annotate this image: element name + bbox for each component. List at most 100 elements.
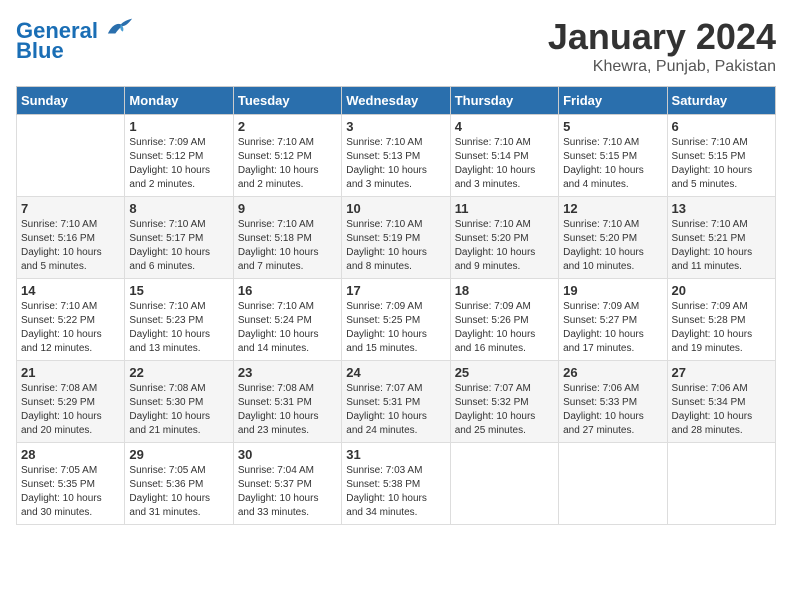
day-number: 16 bbox=[238, 283, 337, 298]
day-number: 18 bbox=[455, 283, 554, 298]
calendar-cell: 22 Sunrise: 7:08 AMSunset: 5:30 PMDayligh… bbox=[125, 361, 233, 443]
day-info: Sunrise: 7:06 AMSunset: 5:34 PMDaylight:… bbox=[672, 382, 771, 438]
day-number: 10 bbox=[346, 201, 445, 216]
calendar-cell: 23Sunrise: 7:08 AMSunset: 5:31 PMDayligh… bbox=[233, 361, 341, 443]
day-number: 17 bbox=[346, 283, 445, 298]
calendar-cell: 19 Sunrise: 7:09 AMSunset: 5:27 PMDayligh… bbox=[559, 279, 667, 361]
day-number: 15 bbox=[129, 283, 228, 298]
day-info: Sunrise: 7:10 AMSunset: 5:24 PMDaylight:… bbox=[238, 300, 337, 356]
calendar-cell: 28 Sunrise: 7:05 AMSunset: 5:35 PMDayligh… bbox=[17, 443, 125, 525]
day-info: Sunrise: 7:10 AMSunset: 5:19 PMDaylight:… bbox=[346, 218, 445, 274]
day-info: Sunrise: 7:10 AMSunset: 5:20 PMDaylight:… bbox=[455, 218, 554, 274]
day-info: Sunrise: 7:10 AMSunset: 5:14 PMDaylight:… bbox=[455, 136, 554, 192]
day-info: Sunrise: 7:10 AMSunset: 5:16 PMDaylight:… bbox=[21, 218, 120, 274]
calendar-cell: 2 Sunrise: 7:10 AMSunset: 5:12 PMDaylight… bbox=[233, 115, 341, 197]
day-info: Sunrise: 7:09 AMSunset: 5:28 PMDaylight:… bbox=[672, 300, 771, 356]
day-info: Sunrise: 7:10 AMSunset: 5:23 PMDaylight:… bbox=[129, 300, 228, 356]
calendar-cell: 14 Sunrise: 7:10 AMSunset: 5:22 PMDayligh… bbox=[17, 279, 125, 361]
day-number: 22 bbox=[129, 365, 228, 380]
calendar-cell: 30 Sunrise: 7:04 AMSunset: 5:37 PMDayligh… bbox=[233, 443, 341, 525]
calendar-cell bbox=[17, 115, 125, 197]
day-info: Sunrise: 7:05 AMSunset: 5:36 PMDaylight:… bbox=[129, 464, 228, 520]
day-info: Sunrise: 7:03 AMSunset: 5:38 PMDaylight:… bbox=[346, 464, 445, 520]
day-info: Sunrise: 7:10 AMSunset: 5:18 PMDaylight:… bbox=[238, 218, 337, 274]
day-info: Sunrise: 7:06 AMSunset: 5:33 PMDaylight:… bbox=[563, 382, 662, 438]
day-info: Sunrise: 7:04 AMSunset: 5:37 PMDaylight:… bbox=[238, 464, 337, 520]
calendar-cell: 15 Sunrise: 7:10 AMSunset: 5:23 PMDayligh… bbox=[125, 279, 233, 361]
day-info: Sunrise: 7:10 AMSunset: 5:12 PMDaylight:… bbox=[238, 136, 337, 192]
day-number: 24 bbox=[346, 365, 445, 380]
logo: General Blue bbox=[16, 16, 134, 63]
day-number: 3 bbox=[346, 119, 445, 134]
day-info: Sunrise: 7:09 AMSunset: 5:27 PMDaylight:… bbox=[563, 300, 662, 356]
day-info: Sunrise: 7:05 AMSunset: 5:35 PMDaylight:… bbox=[21, 464, 120, 520]
page-subtitle: Khewra, Punjab, Pakistan bbox=[548, 58, 776, 76]
day-number: 29 bbox=[129, 447, 228, 462]
calendar-header-row: SundayMondayTuesdayWednesdayThursdayFrid… bbox=[17, 87, 776, 115]
day-number: 28 bbox=[21, 447, 120, 462]
day-number: 7 bbox=[21, 201, 120, 216]
calendar-cell: 9Sunrise: 7:10 AMSunset: 5:18 PMDaylight… bbox=[233, 197, 341, 279]
day-number: 8 bbox=[129, 201, 228, 216]
day-number: 21 bbox=[21, 365, 120, 380]
calendar-cell: 16 Sunrise: 7:10 AMSunset: 5:24 PMDayligh… bbox=[233, 279, 341, 361]
header-saturday: Saturday bbox=[667, 87, 775, 115]
day-number: 1 bbox=[129, 119, 228, 134]
calendar-cell: 13Sunrise: 7:10 AMSunset: 5:21 PMDayligh… bbox=[667, 197, 775, 279]
calendar-cell: 6 Sunrise: 7:10 AMSunset: 5:15 PMDaylight… bbox=[667, 115, 775, 197]
day-number: 11 bbox=[455, 201, 554, 216]
day-info: Sunrise: 7:10 AMSunset: 5:15 PMDaylight:… bbox=[563, 136, 662, 192]
day-info: Sunrise: 7:08 AMSunset: 5:29 PMDaylight:… bbox=[21, 382, 120, 438]
day-number: 2 bbox=[238, 119, 337, 134]
calendar-cell: 29 Sunrise: 7:05 AMSunset: 5:36 PMDayligh… bbox=[125, 443, 233, 525]
calendar-cell: 31 Sunrise: 7:03 AMSunset: 5:38 PMDayligh… bbox=[342, 443, 450, 525]
header-tuesday: Tuesday bbox=[233, 87, 341, 115]
week-row-2: 7 Sunrise: 7:10 AMSunset: 5:16 PMDaylight… bbox=[17, 197, 776, 279]
calendar-cell: 20 Sunrise: 7:09 AMSunset: 5:28 PMDayligh… bbox=[667, 279, 775, 361]
calendar-cell: 3 Sunrise: 7:10 AMSunset: 5:13 PMDaylight… bbox=[342, 115, 450, 197]
logo-bird-icon bbox=[106, 16, 134, 38]
calendar-cell: 4Sunrise: 7:10 AMSunset: 5:14 PMDaylight… bbox=[450, 115, 558, 197]
day-info: Sunrise: 7:10 AMSunset: 5:15 PMDaylight:… bbox=[672, 136, 771, 192]
day-number: 12 bbox=[563, 201, 662, 216]
calendar-cell: 8Sunrise: 7:10 AMSunset: 5:17 PMDaylight… bbox=[125, 197, 233, 279]
day-number: 13 bbox=[672, 201, 771, 216]
page-title: January 2024 bbox=[548, 16, 776, 58]
day-number: 25 bbox=[455, 365, 554, 380]
day-number: 5 bbox=[563, 119, 662, 134]
day-number: 26 bbox=[563, 365, 662, 380]
day-number: 27 bbox=[672, 365, 771, 380]
day-number: 20 bbox=[672, 283, 771, 298]
day-number: 19 bbox=[563, 283, 662, 298]
calendar-cell bbox=[450, 443, 558, 525]
day-number: 30 bbox=[238, 447, 337, 462]
calendar-cell: 21 Sunrise: 7:08 AMSunset: 5:29 PMDayligh… bbox=[17, 361, 125, 443]
week-row-1: 1 Sunrise: 7:09 AMSunset: 5:12 PMDaylight… bbox=[17, 115, 776, 197]
calendar-cell: 12Sunrise: 7:10 AMSunset: 5:20 PMDayligh… bbox=[559, 197, 667, 279]
day-info: Sunrise: 7:07 AMSunset: 5:31 PMDaylight:… bbox=[346, 382, 445, 438]
calendar-cell: 1 Sunrise: 7:09 AMSunset: 5:12 PMDaylight… bbox=[125, 115, 233, 197]
calendar-table: SundayMondayTuesdayWednesdayThursdayFrid… bbox=[16, 86, 776, 525]
week-row-4: 21 Sunrise: 7:08 AMSunset: 5:29 PMDayligh… bbox=[17, 361, 776, 443]
day-number: 6 bbox=[672, 119, 771, 134]
header-friday: Friday bbox=[559, 87, 667, 115]
header-sunday: Sunday bbox=[17, 87, 125, 115]
day-info: Sunrise: 7:07 AMSunset: 5:32 PMDaylight:… bbox=[455, 382, 554, 438]
day-info: Sunrise: 7:10 AMSunset: 5:13 PMDaylight:… bbox=[346, 136, 445, 192]
day-info: Sunrise: 7:10 AMSunset: 5:22 PMDaylight:… bbox=[21, 300, 120, 356]
day-info: Sunrise: 7:09 AMSunset: 5:12 PMDaylight:… bbox=[129, 136, 228, 192]
week-row-5: 28 Sunrise: 7:05 AMSunset: 5:35 PMDayligh… bbox=[17, 443, 776, 525]
page-header: General Blue January 2024 Khewra, Punjab… bbox=[16, 16, 776, 76]
day-number: 31 bbox=[346, 447, 445, 462]
calendar-cell bbox=[667, 443, 775, 525]
calendar-cell: 17 Sunrise: 7:09 AMSunset: 5:25 PMDayligh… bbox=[342, 279, 450, 361]
title-block: January 2024 Khewra, Punjab, Pakistan bbox=[548, 16, 776, 76]
week-row-3: 14 Sunrise: 7:10 AMSunset: 5:22 PMDayligh… bbox=[17, 279, 776, 361]
day-number: 23 bbox=[238, 365, 337, 380]
calendar-cell: 5 Sunrise: 7:10 AMSunset: 5:15 PMDaylight… bbox=[559, 115, 667, 197]
day-info: Sunrise: 7:09 AMSunset: 5:25 PMDaylight:… bbox=[346, 300, 445, 356]
day-number: 14 bbox=[21, 283, 120, 298]
calendar-cell: 11 Sunrise: 7:10 AMSunset: 5:20 PMDayligh… bbox=[450, 197, 558, 279]
calendar-cell: 27 Sunrise: 7:06 AMSunset: 5:34 PMDayligh… bbox=[667, 361, 775, 443]
day-info: Sunrise: 7:08 AMSunset: 5:30 PMDaylight:… bbox=[129, 382, 228, 438]
